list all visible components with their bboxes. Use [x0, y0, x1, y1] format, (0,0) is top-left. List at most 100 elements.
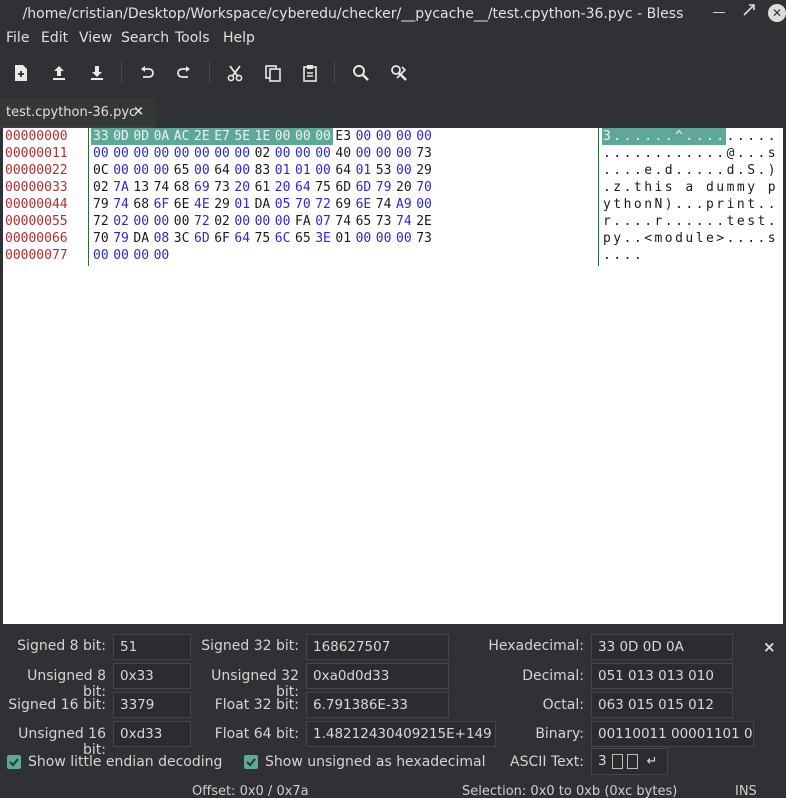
ascii-char[interactable]: e: [737, 213, 745, 230]
hex-byte[interactable]: 74: [154, 179, 176, 196]
ascii-char[interactable]: u: [716, 179, 724, 196]
hex-byte[interactable]: 64: [335, 162, 357, 179]
ascii-char[interactable]: .: [696, 213, 704, 230]
hex-byte[interactable]: 29: [416, 162, 438, 179]
ascii-char[interactable]: .: [655, 128, 663, 145]
hex-byte[interactable]: 02: [255, 145, 277, 162]
hex-byte[interactable]: 6E: [356, 196, 378, 213]
ascii-char[interactable]: .: [613, 145, 621, 162]
hex-byte[interactable]: 00: [234, 213, 256, 230]
hex-byte[interactable]: 00: [295, 128, 317, 145]
ascii-char[interactable]: .: [716, 145, 724, 162]
ascii-char[interactable]: .: [696, 145, 704, 162]
hex-byte[interactable]: 68: [174, 179, 196, 196]
ascii-char[interactable]: .: [768, 213, 776, 230]
ascii-char[interactable]: .: [685, 196, 693, 213]
ascii-char[interactable]: .: [696, 128, 704, 145]
ascii-char[interactable]: .: [634, 247, 642, 264]
decimal-field[interactable]: 051 013 013 010: [591, 663, 733, 689]
ascii-char[interactable]: o: [634, 196, 642, 213]
copy-icon[interactable]: [262, 62, 284, 84]
new-file-icon[interactable]: [10, 62, 32, 84]
ascii-char[interactable]: N: [655, 196, 663, 213]
undo-icon[interactable]: [136, 62, 158, 84]
ascii-char[interactable]: .: [624, 128, 632, 145]
ascii-char[interactable]: .: [624, 230, 632, 247]
ascii-char[interactable]: S: [747, 162, 755, 179]
ascii-char[interactable]: .: [655, 162, 663, 179]
menu-view[interactable]: View: [79, 30, 112, 46]
ascii-char[interactable]: h: [644, 179, 652, 196]
unsigned8-field[interactable]: 0x33: [113, 663, 191, 689]
hex-byte[interactable]: 00: [356, 145, 378, 162]
hex-byte[interactable]: 00: [133, 247, 155, 264]
hex-byte[interactable]: 64: [234, 230, 256, 247]
hex-byte[interactable]: 13: [133, 179, 155, 196]
hex-byte[interactable]: 2E: [194, 128, 216, 145]
hex-byte[interactable]: 75: [255, 230, 277, 247]
signed8-field[interactable]: 51: [113, 634, 191, 660]
hex-byte[interactable]: 00: [234, 145, 256, 162]
hex-byte[interactable]: 00: [154, 247, 176, 264]
ascii-char[interactable]: .: [747, 145, 755, 162]
signed16-field[interactable]: 3379: [113, 692, 191, 718]
hex-byte[interactable]: 00: [396, 128, 418, 145]
hex-byte[interactable]: 70: [416, 179, 438, 196]
hex-byte[interactable]: 20: [396, 179, 418, 196]
ascii-char[interactable]: .: [727, 128, 735, 145]
ascii-char[interactable]: .: [665, 128, 673, 145]
ascii-char[interactable]: .: [758, 230, 766, 247]
ascii-char[interactable]: ): [768, 162, 776, 179]
hex-byte[interactable]: AC: [174, 128, 196, 145]
ascii-char[interactable]: .: [655, 145, 663, 162]
signed32-field[interactable]: 168627507: [306, 634, 449, 660]
ascii-char[interactable]: l: [696, 230, 704, 247]
hex-byte[interactable]: 00: [356, 230, 378, 247]
hex-byte[interactable]: 00: [93, 145, 115, 162]
ascii-char[interactable]: o: [665, 230, 673, 247]
ascii-char[interactable]: z: [613, 179, 621, 196]
ascii-char[interactable]: [696, 179, 704, 196]
download-icon[interactable]: [86, 62, 108, 84]
ascii-char[interactable]: .: [706, 162, 714, 179]
hex-byte[interactable]: 72: [93, 213, 115, 230]
menu-file[interactable]: File: [6, 30, 29, 46]
ascii-char[interactable]: d: [727, 162, 735, 179]
float64-field[interactable]: 1.48212430409215E+149: [306, 721, 496, 747]
ascii-char[interactable]: i: [655, 179, 663, 196]
ascii-char[interactable]: .: [603, 162, 611, 179]
ascii-char[interactable]: m: [737, 179, 745, 196]
ascii-char[interactable]: s: [768, 230, 776, 247]
hex-byte[interactable]: E3: [335, 128, 357, 145]
ascii-char[interactable]: .: [716, 162, 724, 179]
hex-byte[interactable]: 00: [174, 213, 196, 230]
hex-byte[interactable]: 00: [174, 145, 196, 162]
hex-byte[interactable]: 20: [234, 179, 256, 196]
ascii-char[interactable]: .: [737, 145, 745, 162]
hex-byte[interactable]: 01: [335, 230, 357, 247]
hex-byte[interactable]: 00: [154, 145, 176, 162]
minimize-icon[interactable]: —: [710, 4, 728, 22]
hex-byte[interactable]: 40: [335, 145, 357, 162]
hex-byte[interactable]: 83: [255, 162, 277, 179]
hex-byte[interactable]: 00: [315, 162, 337, 179]
hex-byte[interactable]: 0C: [93, 162, 115, 179]
hex-byte[interactable]: 75: [315, 179, 337, 196]
ascii-char[interactable]: r: [603, 213, 611, 230]
hex-byte[interactable]: 00: [396, 230, 418, 247]
hex-byte[interactable]: 68: [133, 196, 155, 213]
ascii-char[interactable]: u: [685, 230, 693, 247]
ascii-char[interactable]: .: [685, 145, 693, 162]
binary-field[interactable]: 00110011 00001101 0000: [591, 721, 754, 747]
hex-byte[interactable]: 05: [275, 196, 297, 213]
ascii-char[interactable]: .: [696, 196, 704, 213]
hex-byte[interactable]: 00: [315, 145, 337, 162]
float32-field[interactable]: 6.791386E-33: [306, 692, 449, 718]
hexadecimal-field[interactable]: 33 0D 0D 0A: [591, 634, 733, 660]
ascii-char[interactable]: ^: [675, 128, 683, 145]
ascii-char[interactable]: .: [665, 213, 673, 230]
ascii-char[interactable]: <: [644, 230, 652, 247]
hex-byte[interactable]: 73: [376, 213, 398, 230]
ascii-char[interactable]: .: [758, 145, 766, 162]
hex-byte[interactable]: 02: [93, 179, 115, 196]
